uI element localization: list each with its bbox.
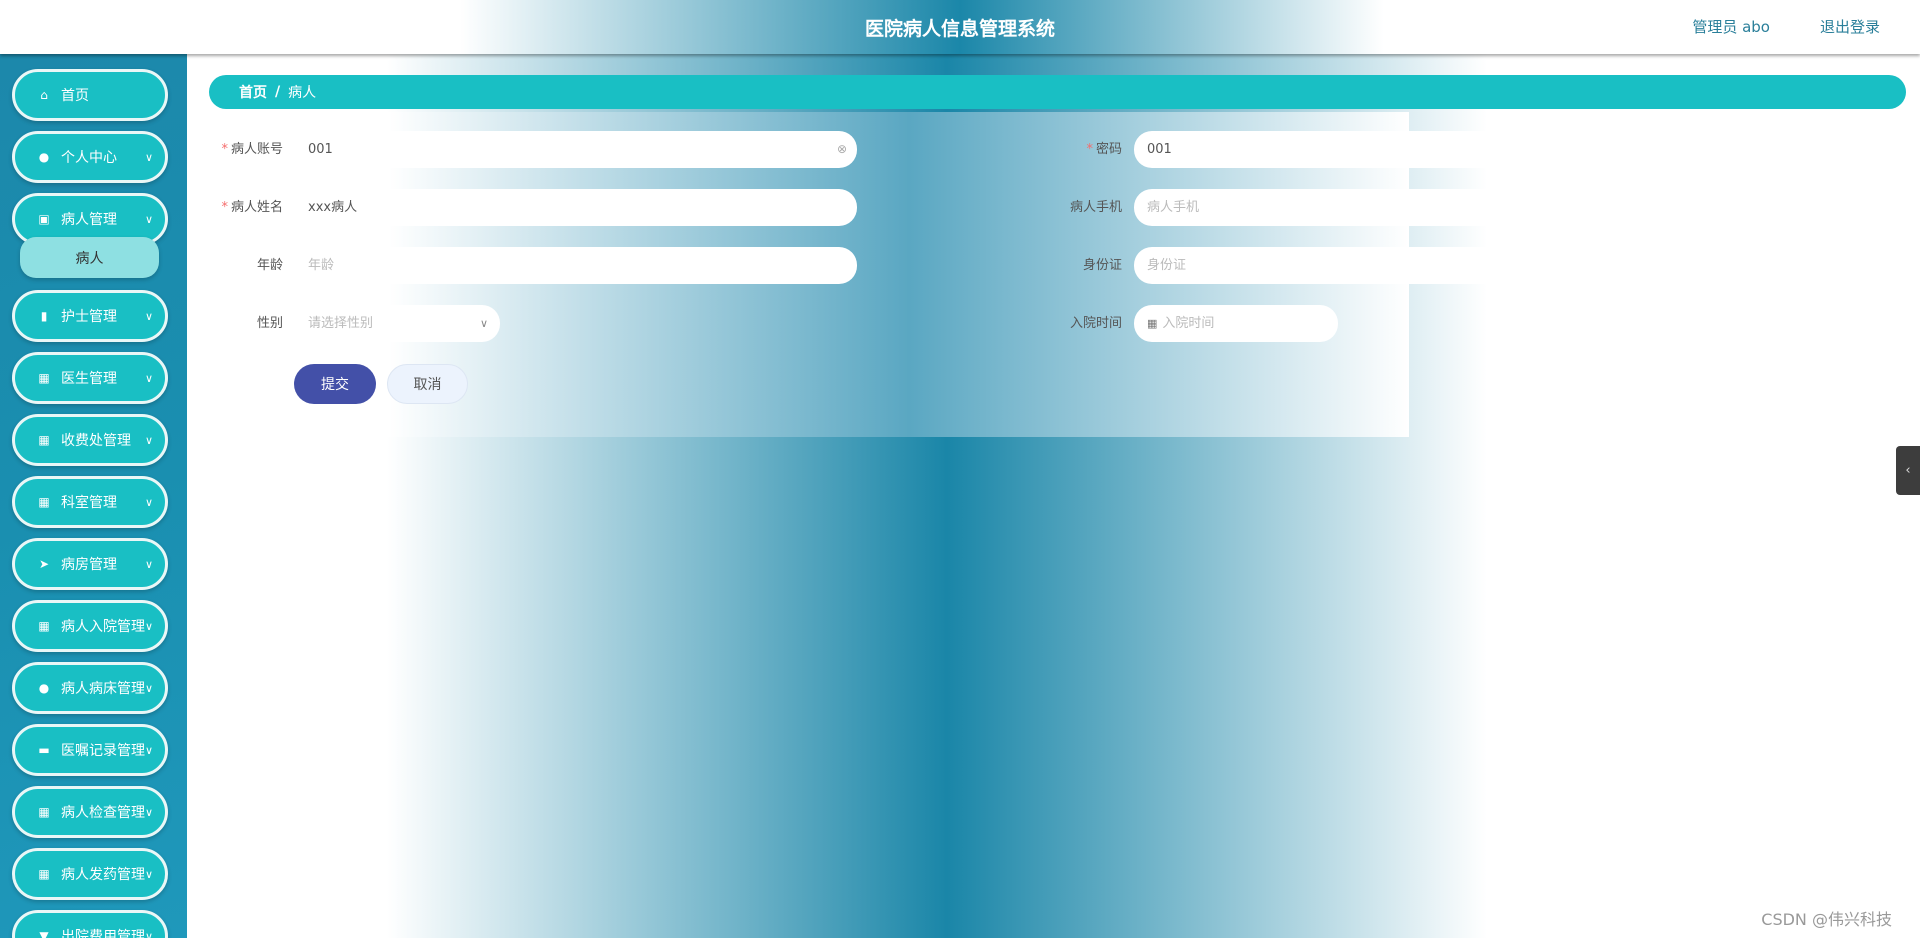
phone-label: 病人手机 (1069, 200, 1122, 215)
sidebar-item-10[interactable]: ▬ 医嘱记录管理 ∨ (12, 724, 168, 776)
chevron-down-icon: ∨ (144, 681, 153, 695)
menu-icon: ▼ (39, 929, 49, 938)
sidebar-item-label: 出院费用管理 (61, 929, 145, 938)
chevron-down-icon: ∨ (144, 371, 153, 385)
chevron-down-icon: ∨ (144, 867, 153, 881)
sidebar-item-3[interactable]: ▮ 护士管理 ∨ (12, 290, 168, 342)
sidebar-item-8[interactable]: ▦ 病人入院管理 ∨ (12, 600, 168, 652)
grid-icon: ▦ (38, 805, 50, 819)
idcard-label: 身份证 (1082, 258, 1122, 273)
age-label: 年龄 (256, 258, 283, 273)
gender-select[interactable]: 请选择性别 ∨ (295, 305, 500, 342)
sidebar-item-0[interactable]: ⌂ 首页 (12, 69, 168, 121)
sidebar-item-6[interactable]: ▦ 科室管理 ∨ (12, 476, 168, 528)
chevron-left-icon: ‹ (1905, 463, 1911, 478)
sidebar: ▼ 出院费用管理 ∨ ▦ 病人发药管理 ∨ ▦ 病人检查管理 ∨ ▬ 医嘱记录管理 ∨ ● 病人病床管理 ∨… (0, 54, 187, 938)
age-input[interactable]: 年龄 (295, 247, 857, 284)
grid-icon: ▦ (38, 867, 50, 881)
current-user: 管理员 abo (1692, 18, 1770, 36)
grid-icon: ▦ (38, 619, 50, 633)
home-icon: ⌂ (40, 88, 48, 102)
logout-link[interactable]: 退出登录 (1820, 16, 1880, 37)
watermark: CSDN @伟兴科技 (1761, 910, 1892, 929)
breadcrumb: 首页 / 病人 (209, 75, 1906, 109)
name-input[interactable]: xxx病人 (295, 189, 857, 226)
calendar-icon: ▦ (1147, 317, 1158, 330)
chevron-down-icon: ∨ (144, 743, 153, 757)
sidebar-item-label: 病房管理 (61, 557, 117, 573)
chevron-down-icon: ∨ (144, 212, 153, 226)
chevron-down-icon: ∨ (144, 495, 153, 509)
name-label: * 病人姓名 (221, 200, 283, 215)
account-label: * 病人账号 (221, 142, 283, 157)
submit-button[interactable]: 提交 (294, 364, 376, 404)
sidebar-item-label: 病人病床管理 (61, 681, 145, 697)
sidebar-item-label: 收费处管理 (61, 433, 131, 449)
breadcrumb-home[interactable]: 首页 (239, 82, 267, 102)
sidebar-item-label: 病人发药管理 (61, 867, 145, 883)
sidebar-item-11[interactable]: ▦ 病人检查管理 ∨ (12, 786, 168, 838)
app-title: 医院病人信息管理系统 (864, 18, 1055, 40)
chevron-down-icon: ∨ (479, 317, 488, 330)
sidebar-item-label: 病人入院管理 (61, 619, 145, 635)
user-icon: ● (38, 150, 50, 164)
chevron-down-icon: ∨ (144, 557, 153, 571)
grid-icon: ▦ (38, 433, 50, 447)
table-icon: ▦ (38, 495, 50, 509)
password-input[interactable]: 001 (1134, 131, 1694, 168)
gender-label: 性别 (256, 316, 283, 331)
chart-icon: ▣ (38, 212, 50, 226)
sidebar-item-label: 个人中心 (61, 150, 117, 166)
sidebar-item-label: 医嘱记录管理 (61, 743, 145, 759)
sidebar-item-label: 病人管理 (61, 212, 117, 228)
phone-input[interactable]: 病人手机 (1134, 189, 1694, 226)
sidebar-item-label: 护士管理 (61, 309, 117, 325)
sidebar-item-label: 科室管理 (61, 495, 117, 511)
sidebar-item-12[interactable]: ▦ 病人发药管理 ∨ (12, 848, 168, 900)
admit-date-picker[interactable]: ▦ 入院时间 (1134, 305, 1338, 342)
sidebar-item-label: 病人检查管理 (61, 805, 145, 821)
chevron-down-icon: ∨ (144, 805, 153, 819)
chevron-down-icon: ∨ (144, 150, 153, 164)
admit-label: 入院时间 (1069, 316, 1122, 331)
clear-icon[interactable]: ⊗ (837, 131, 847, 168)
password-label: * 密码 (1086, 142, 1122, 157)
sidebar-item-9[interactable]: ● 病人病床管理 ∨ (12, 662, 168, 714)
sidebar-subitem-patient[interactable]: 病人 (20, 237, 159, 278)
sidebar-item-5[interactable]: ▦ 收费处管理 ∨ (12, 414, 168, 466)
chevron-down-icon: ∨ (144, 929, 153, 938)
clipboard-icon: ▮ (40, 309, 48, 323)
sidebar-item-4[interactable]: ▦ 医生管理 ∨ (12, 352, 168, 404)
sidebar-item-label: 医生管理 (61, 371, 117, 387)
account-input[interactable]: 001 ⊗ (295, 131, 857, 168)
paper-plane-icon: ➤ (38, 557, 50, 571)
cancel-button[interactable]: 取消 (387, 364, 468, 404)
breadcrumb-separator: / (275, 84, 281, 100)
breadcrumb-current: 病人 (288, 85, 317, 101)
idcard-input[interactable]: 身份证 (1134, 247, 1694, 284)
sidebar-item-7[interactable]: ➤ 病房管理 ∨ (12, 538, 168, 590)
collapse-panel-button[interactable]: ‹ (1896, 446, 1920, 495)
grid-icon: ▦ (38, 371, 50, 385)
sidebar-item-1[interactable]: ● 个人中心 ∨ (12, 131, 168, 183)
user-icon: ● (38, 681, 50, 695)
main-content: 首页 / 病人 (187, 54, 1920, 938)
monitor-icon: ▬ (38, 743, 50, 757)
sidebar-item-label: 首页 (61, 88, 89, 104)
chevron-down-icon: ∨ (144, 619, 153, 633)
chevron-down-icon: ∨ (144, 433, 153, 447)
header: 医院病人信息管理系统 管理员 abo 退出登录 (0, 0, 1920, 54)
chevron-down-icon: ∨ (144, 309, 153, 323)
sidebar-item-13[interactable]: ▼ 出院费用管理 ∨ (12, 910, 168, 938)
